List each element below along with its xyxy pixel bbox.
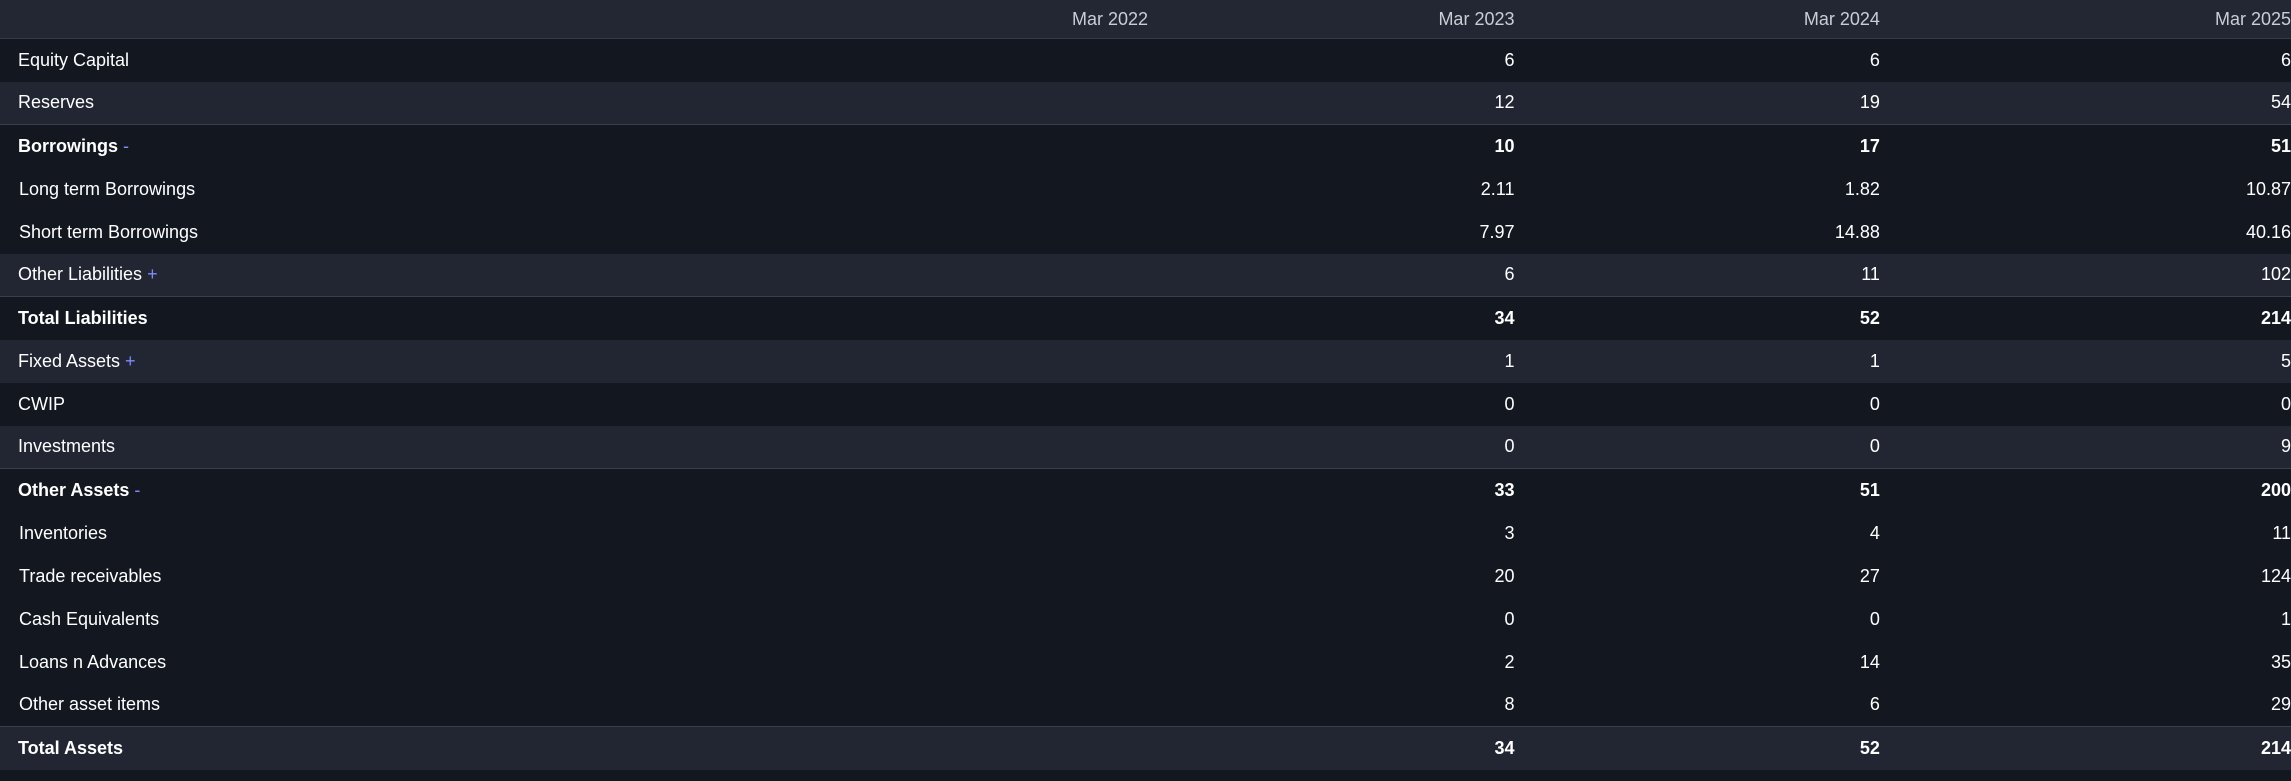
- row-other-asset-items: Other asset items 8 6 29: [0, 683, 2291, 727]
- row-label: Equity Capital: [18, 49, 130, 70]
- value-mar-2023: 6: [1504, 264, 1515, 285]
- header-mar-2022: Mar 2022: [0, 0, 1149, 39]
- value-mar-2025: 214: [1879, 726, 2291, 770]
- row-long-term-borrowings: Long term Borrowings 2.11 1.82 10.87: [0, 167, 2291, 211]
- value-mar-2024: 4: [1869, 522, 1880, 543]
- row-label: Loans n Advances: [19, 651, 167, 672]
- value-mar-2023: 2: [1504, 651, 1515, 672]
- value-mar-2023: 10: [1148, 124, 1515, 168]
- value-mar-2025: 0: [2280, 393, 2291, 414]
- row-label: Long term Borrowings: [19, 178, 196, 199]
- value-mar-2025: 124: [2260, 565, 2291, 586]
- row-label: Trade receivables: [19, 565, 162, 586]
- value-mar-2024: 0: [1869, 393, 1880, 414]
- row-total-assets: Total Assets 34 52 214: [0, 726, 2291, 770]
- value-mar-2025: 29: [2270, 694, 2291, 715]
- value-mar-2023: 0: [1504, 393, 1515, 414]
- row-borrowings[interactable]: Borrowings - 10 17 51: [0, 124, 2291, 168]
- balance-sheet-table: Mar 2022 Mar 2023 Mar 2024 Mar 2025 Equi…: [0, 0, 2291, 770]
- value-mar-2023: 1: [1504, 350, 1515, 371]
- value-mar-2023: 2.11: [1480, 178, 1515, 199]
- value-mar-2024: 1: [1869, 350, 1880, 371]
- value-mar-2025: 35: [2270, 651, 2291, 672]
- row-trade-receivables: Trade receivables 20 27 124: [0, 554, 2291, 598]
- value-mar-2025: 54: [2270, 92, 2291, 113]
- row-label[interactable]: Borrowings -: [0, 124, 1149, 168]
- row-label[interactable]: Fixed Assets +: [0, 340, 1148, 383]
- value-mar-2025: 214: [1879, 296, 2291, 340]
- value-mar-2024: 1.82: [1844, 178, 1880, 199]
- value-mar-2023: 3: [1504, 522, 1515, 543]
- row-label: Reserves: [18, 92, 95, 113]
- value-mar-2025: 9: [2280, 436, 2291, 457]
- row-label: Total Assets: [0, 726, 1149, 770]
- row-label: Total Liabilities: [0, 296, 1149, 340]
- row-label[interactable]: Other Liabilities +: [0, 254, 1148, 297]
- value-mar-2023: 34: [1148, 296, 1515, 340]
- value-mar-2024: 14.88: [1834, 221, 1880, 242]
- value-mar-2023: 0: [1504, 436, 1515, 457]
- row-label: Cash Equivalents: [19, 608, 160, 629]
- row-inventories: Inventories 3 4 11: [0, 511, 2291, 555]
- value-mar-2025: 40.16: [2245, 221, 2291, 242]
- value-mar-2023: 33: [1148, 468, 1515, 512]
- row-reserves: Reserves 12 19 54: [0, 81, 2291, 125]
- value-mar-2025: 51: [1879, 124, 2291, 168]
- row-label: Investments: [18, 436, 116, 457]
- value-mar-2023: 0: [1504, 608, 1515, 629]
- header-mar-2024: Mar 2024: [1514, 0, 1880, 39]
- value-mar-2025: 102: [2260, 264, 2291, 285]
- value-mar-2023: 12: [1494, 92, 1515, 113]
- expand-toggle-icon[interactable]: +: [125, 351, 136, 371]
- row-other-liabilities[interactable]: Other Liabilities + 6 11 102: [0, 253, 2291, 297]
- value-mar-2023: 20: [1494, 565, 1515, 586]
- row-cwip: CWIP 0 0 0: [0, 382, 2291, 426]
- value-mar-2024: 11: [1861, 264, 1880, 285]
- row-fixed-assets[interactable]: Fixed Assets + 1 1 5: [0, 339, 2291, 383]
- collapse-toggle-icon[interactable]: -: [134, 480, 140, 500]
- value-mar-2024: 0: [1869, 436, 1880, 457]
- table-header-row: Mar 2022 Mar 2023 Mar 2024 Mar 2025: [0, 0, 2291, 39]
- row-investments: Investments 0 0 9: [0, 425, 2291, 469]
- header-mar-2025: Mar 2025: [1879, 0, 2291, 39]
- row-label: Other asset items: [19, 694, 161, 715]
- collapse-toggle-icon[interactable]: -: [123, 136, 129, 156]
- value-mar-2025: 5: [2280, 350, 2291, 371]
- row-loans-n-advances: Loans n Advances 2 14 35: [0, 640, 2291, 684]
- value-mar-2023: 8: [1504, 694, 1515, 715]
- value-mar-2024: 52: [1514, 296, 1880, 340]
- value-mar-2025: 10.87: [2245, 178, 2291, 199]
- header-mar-2023: Mar 2023: [1148, 0, 1515, 39]
- value-mar-2023: 7.97: [1479, 221, 1515, 242]
- row-label: CWIP: [18, 393, 65, 414]
- value-mar-2025: 6: [2280, 49, 2291, 70]
- value-mar-2024: 6: [1869, 49, 1880, 70]
- row-equity-capital: Equity Capital 6 6 6: [0, 38, 2291, 82]
- value-mar-2024: 14: [1859, 651, 1880, 672]
- row-other-assets[interactable]: Other Assets - 33 51 200: [0, 468, 2291, 512]
- row-total-liabilities: Total Liabilities 34 52 214: [0, 296, 2291, 340]
- value-mar-2024: 6: [1869, 694, 1880, 715]
- row-short-term-borrowings: Short term Borrowings 7.97 14.88 40.16: [0, 210, 2291, 254]
- value-mar-2024: 0: [1869, 608, 1880, 629]
- value-mar-2024: 27: [1859, 565, 1880, 586]
- value-mar-2023: 6: [1504, 49, 1515, 70]
- row-cash-equivalents: Cash Equivalents 0 0 1: [0, 597, 2291, 641]
- expand-toggle-icon[interactable]: +: [147, 264, 158, 284]
- row-label[interactable]: Other Assets -: [0, 468, 1149, 512]
- value-mar-2024: 19: [1859, 92, 1880, 113]
- value-mar-2023: 34: [1148, 726, 1515, 770]
- value-mar-2024: 51: [1514, 468, 1880, 512]
- value-mar-2024: 17: [1514, 124, 1880, 168]
- value-mar-2025: 11: [2272, 522, 2291, 543]
- value-mar-2025: 200: [1879, 468, 2291, 512]
- value-mar-2024: 52: [1514, 726, 1880, 770]
- value-mar-2025: 1: [2280, 608, 2291, 629]
- row-label: Inventories: [19, 522, 108, 543]
- row-label: Short term Borrowings: [19, 221, 199, 242]
